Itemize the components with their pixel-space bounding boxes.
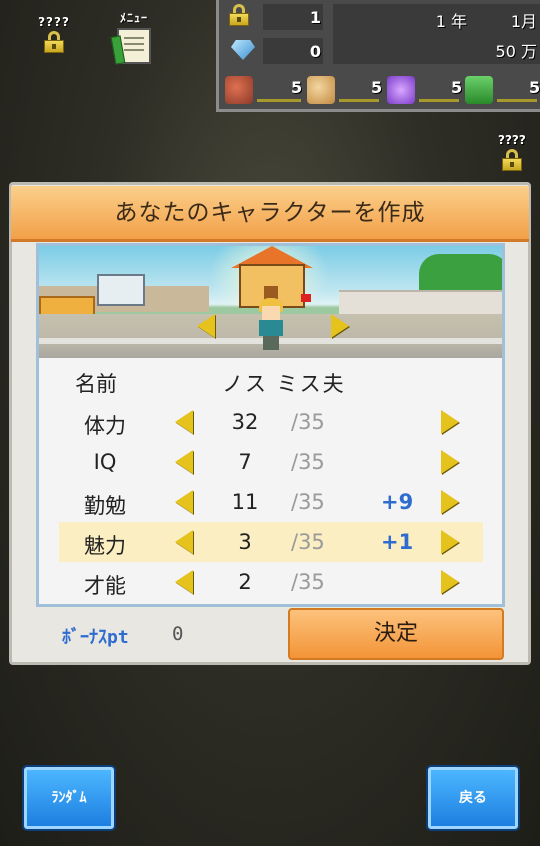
food-icon: [225, 76, 253, 104]
increase-talent-button[interactable]: [441, 570, 459, 594]
character-sprite: [255, 298, 287, 352]
random-button[interactable]: ﾗﾝﾀﾞﾑ: [24, 767, 114, 829]
decrease-charm-button[interactable]: [175, 530, 193, 554]
increase-iq-button[interactable]: [441, 450, 459, 474]
menu-notebook-icon: [117, 28, 151, 64]
stat-max: /35: [291, 410, 325, 434]
stat-value: 32: [231, 410, 259, 434]
bread-value: 5: [371, 78, 383, 97]
dialog-title: あなたのキャラクターを作成: [11, 186, 529, 242]
stat-label: 才能: [84, 574, 126, 598]
name-row[interactable]: 名前 ノス ミス夫: [39, 364, 502, 398]
money-display: 50 万: [495, 42, 537, 61]
stat-row-charm: 魅力 3 /35 +1: [59, 522, 483, 562]
stat-label: IQ: [93, 450, 117, 474]
lock-icon: [229, 4, 249, 26]
truck-icon: [97, 274, 145, 306]
stat-label: 魅力: [84, 534, 126, 558]
next-appearance-button[interactable]: [331, 314, 349, 338]
gem-icon: [231, 40, 255, 60]
lock-icon: [44, 31, 64, 53]
menu-label: ﾒﾆｭｰ: [119, 11, 148, 25]
decrease-iq-button[interactable]: [175, 450, 193, 474]
lock-icon: [501, 149, 522, 171]
stat-bonus: +1: [381, 530, 414, 554]
decrease-talent-button[interactable]: [175, 570, 193, 594]
mailbox-icon: [301, 294, 311, 302]
decrease-diligence-button[interactable]: [175, 490, 193, 514]
stat-max: /35: [291, 530, 325, 554]
back-button[interactable]: 戻る: [428, 767, 518, 829]
stat-row-stamina: 体力 32 /35: [39, 402, 502, 442]
book-icon: [465, 76, 493, 104]
stat-value: 7: [238, 450, 252, 474]
locked-feature-label: ????: [38, 15, 70, 29]
side-locked-button[interactable]: ????: [498, 133, 526, 171]
character-creation-dialog: あなたのキャラクターを作成 名前 ノス ミス夫 体力 32 /35 IQ 7 /…: [9, 182, 531, 665]
status-panel: 1 0 1 年 1月 50 万 5 5 5 5: [216, 0, 540, 112]
character-panel: 名前 ノス ミス夫 体力 32 /35 IQ 7 /35 勤勉 11 /35 +…: [36, 243, 505, 607]
stat-label: 勤勉: [84, 494, 126, 518]
locked-feature-button[interactable]: ????: [34, 15, 74, 53]
menu-button[interactable]: ﾒﾆｭｰ: [110, 9, 158, 64]
decrease-stamina-button[interactable]: [175, 410, 193, 434]
bonus-pt-value: 0: [172, 623, 184, 645]
increase-charm-button[interactable]: [441, 530, 459, 554]
character-preview-scene: [39, 246, 502, 358]
music-note-icon: [387, 76, 415, 104]
confirm-button[interactable]: 決定: [288, 608, 504, 660]
stat-value: 11: [231, 490, 259, 514]
stat-row-iq: IQ 7 /35: [39, 442, 502, 482]
locked-count: 1: [309, 8, 321, 27]
food-value: 5: [291, 78, 303, 97]
stat-max: /35: [291, 490, 325, 514]
bonus-pt-label: ﾎﾞｰﾅｽpt: [62, 627, 129, 648]
stat-row-talent: 才能 2 /35: [39, 562, 502, 602]
stat-max: /35: [291, 570, 325, 594]
name-label: 名前: [75, 372, 117, 396]
stat-value: 3: [238, 530, 252, 554]
gem-count: 0: [309, 42, 321, 61]
stat-max: /35: [291, 450, 325, 474]
side-locked-label: ????: [498, 133, 526, 147]
stat-row-diligence: 勤勉 11 /35 +9: [39, 482, 502, 522]
increase-stamina-button[interactable]: [441, 410, 459, 434]
name-value: ノス ミス夫: [222, 372, 346, 396]
stat-bonus: +9: [381, 490, 414, 514]
year-display: 1 年: [435, 12, 467, 31]
month-display: 1月: [510, 12, 537, 31]
increase-diligence-button[interactable]: [441, 490, 459, 514]
book-value: 5: [529, 78, 540, 97]
stat-value: 2: [238, 570, 252, 594]
stat-label: 体力: [84, 414, 126, 438]
music-value: 5: [451, 78, 463, 97]
prev-appearance-button[interactable]: [197, 314, 215, 338]
bread-icon: [307, 76, 335, 104]
